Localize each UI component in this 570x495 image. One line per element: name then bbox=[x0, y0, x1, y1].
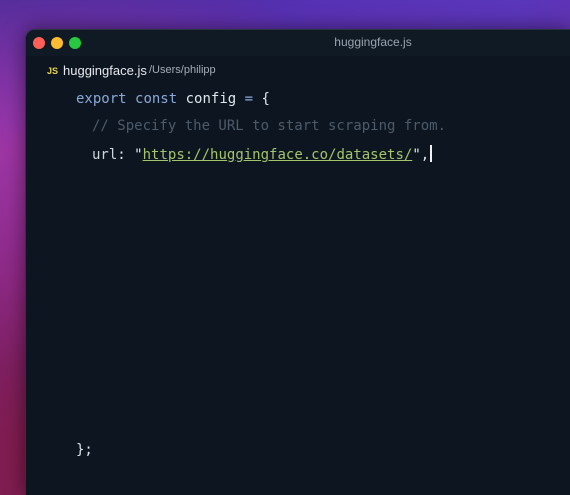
code-editor[interactable]: export const config = { // Specify the U… bbox=[26, 85, 570, 495]
file-breadcrumb: JS huggingface.js /Users/philipp bbox=[26, 60, 570, 82]
code-line-3[interactable]: url: "https://huggingface.co/datasets/", bbox=[92, 145, 433, 163]
open-brace: { bbox=[261, 91, 270, 107]
text-cursor bbox=[430, 145, 433, 162]
closing-brace: }; bbox=[76, 442, 93, 458]
code-line-closing[interactable]: }; bbox=[76, 442, 93, 458]
file-name[interactable]: huggingface.js bbox=[63, 63, 147, 78]
url-link[interactable]: https://huggingface.co/datasets/ bbox=[143, 147, 413, 163]
colon: : bbox=[117, 147, 126, 163]
identifier-config: config bbox=[185, 91, 237, 107]
string-quote-close: ", bbox=[412, 147, 430, 163]
title-bar: huggingface.js bbox=[26, 30, 570, 56]
file-path: /Users/philipp bbox=[149, 64, 216, 76]
property-url: url bbox=[92, 147, 118, 163]
editor-window: huggingface.js JS huggingface.js /Users/… bbox=[25, 29, 570, 495]
javascript-file-icon: JS bbox=[47, 66, 59, 76]
code-line-1[interactable]: export const config = { bbox=[76, 91, 270, 107]
keyword-const: const bbox=[135, 91, 178, 107]
operator-equals: = bbox=[244, 91, 254, 107]
keyword-export: export bbox=[76, 91, 127, 107]
code-line-2[interactable]: // Specify the URL to start scraping fro… bbox=[92, 118, 446, 134]
window-title: huggingface.js bbox=[334, 35, 412, 49]
string-quote-open: " bbox=[134, 147, 143, 163]
code-comment: // Specify the URL to start scraping fro… bbox=[92, 118, 447, 134]
